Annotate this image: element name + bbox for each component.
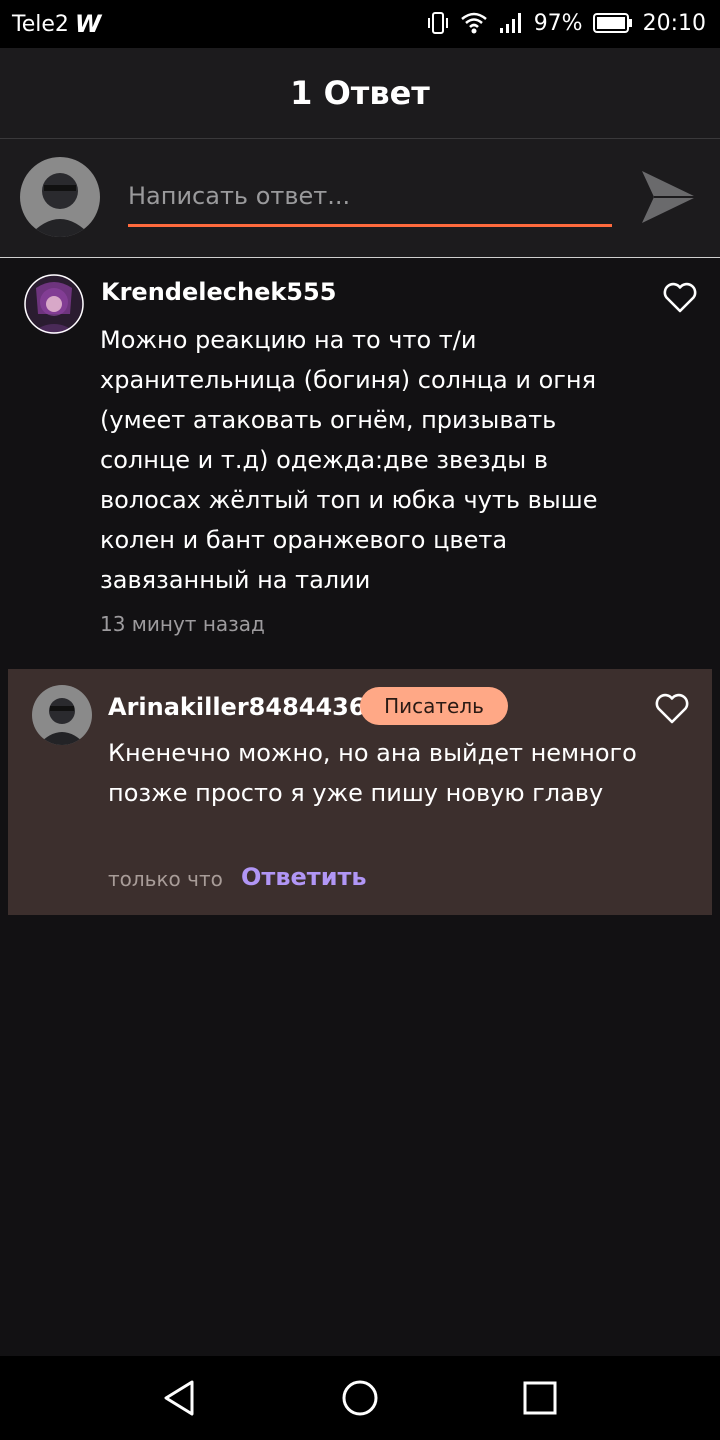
reply-author[interactable]: Arinakiller8484436 [108,693,366,721]
battery-level: 97% [533,10,583,36]
heart-outline-icon[interactable] [654,693,690,725]
avatar[interactable] [32,685,92,745]
status-right: 97% 20:10 [426,10,706,36]
reply-input[interactable] [128,167,612,227]
system-nav-bar [0,1356,720,1440]
carrier-name: Tele2 [12,11,69,37]
page-title: 1 Ответ [290,74,430,112]
top-header: 1 Ответ [0,48,720,139]
writer-badge: Писатель [360,687,508,725]
clock: 20:10 [642,10,706,36]
battery-icon [592,12,633,34]
status-left: Tele2 W [12,10,102,38]
send-icon[interactable] [640,169,698,225]
vibrate-icon [426,10,450,36]
comment-reply-screen: Tele2 W 97% 20:10 1 Ответ Написать ответ… [0,0,720,1440]
reply-card: Arinakiller8484436 Писатель Кненечно мож… [8,669,712,915]
avatar [20,157,100,237]
reply-timestamp: только что [108,867,223,891]
reply-text: Кненечно можно, но ана выйдет немного по… [108,739,637,807]
status-bar: Tele2 W 97% 20:10 [0,0,720,48]
wattpad-logo-icon: W [74,10,102,38]
comment-text: Можно реакцию на то что т/и хранительниц… [100,326,598,594]
heart-outline-icon[interactable] [662,282,698,314]
back-triangle-icon[interactable] [160,1378,200,1418]
reply-composer [0,139,720,258]
signal-icon [498,11,524,35]
wifi-icon [460,11,488,35]
comment-timestamp: 13 минут назад [100,612,265,636]
comment-author[interactable]: Krendelechek555 [101,278,336,306]
recents-square-icon[interactable] [520,1378,560,1418]
home-circle-icon[interactable] [340,1378,380,1418]
reply-button[interactable]: Ответить [241,863,367,891]
avatar[interactable] [24,274,84,334]
